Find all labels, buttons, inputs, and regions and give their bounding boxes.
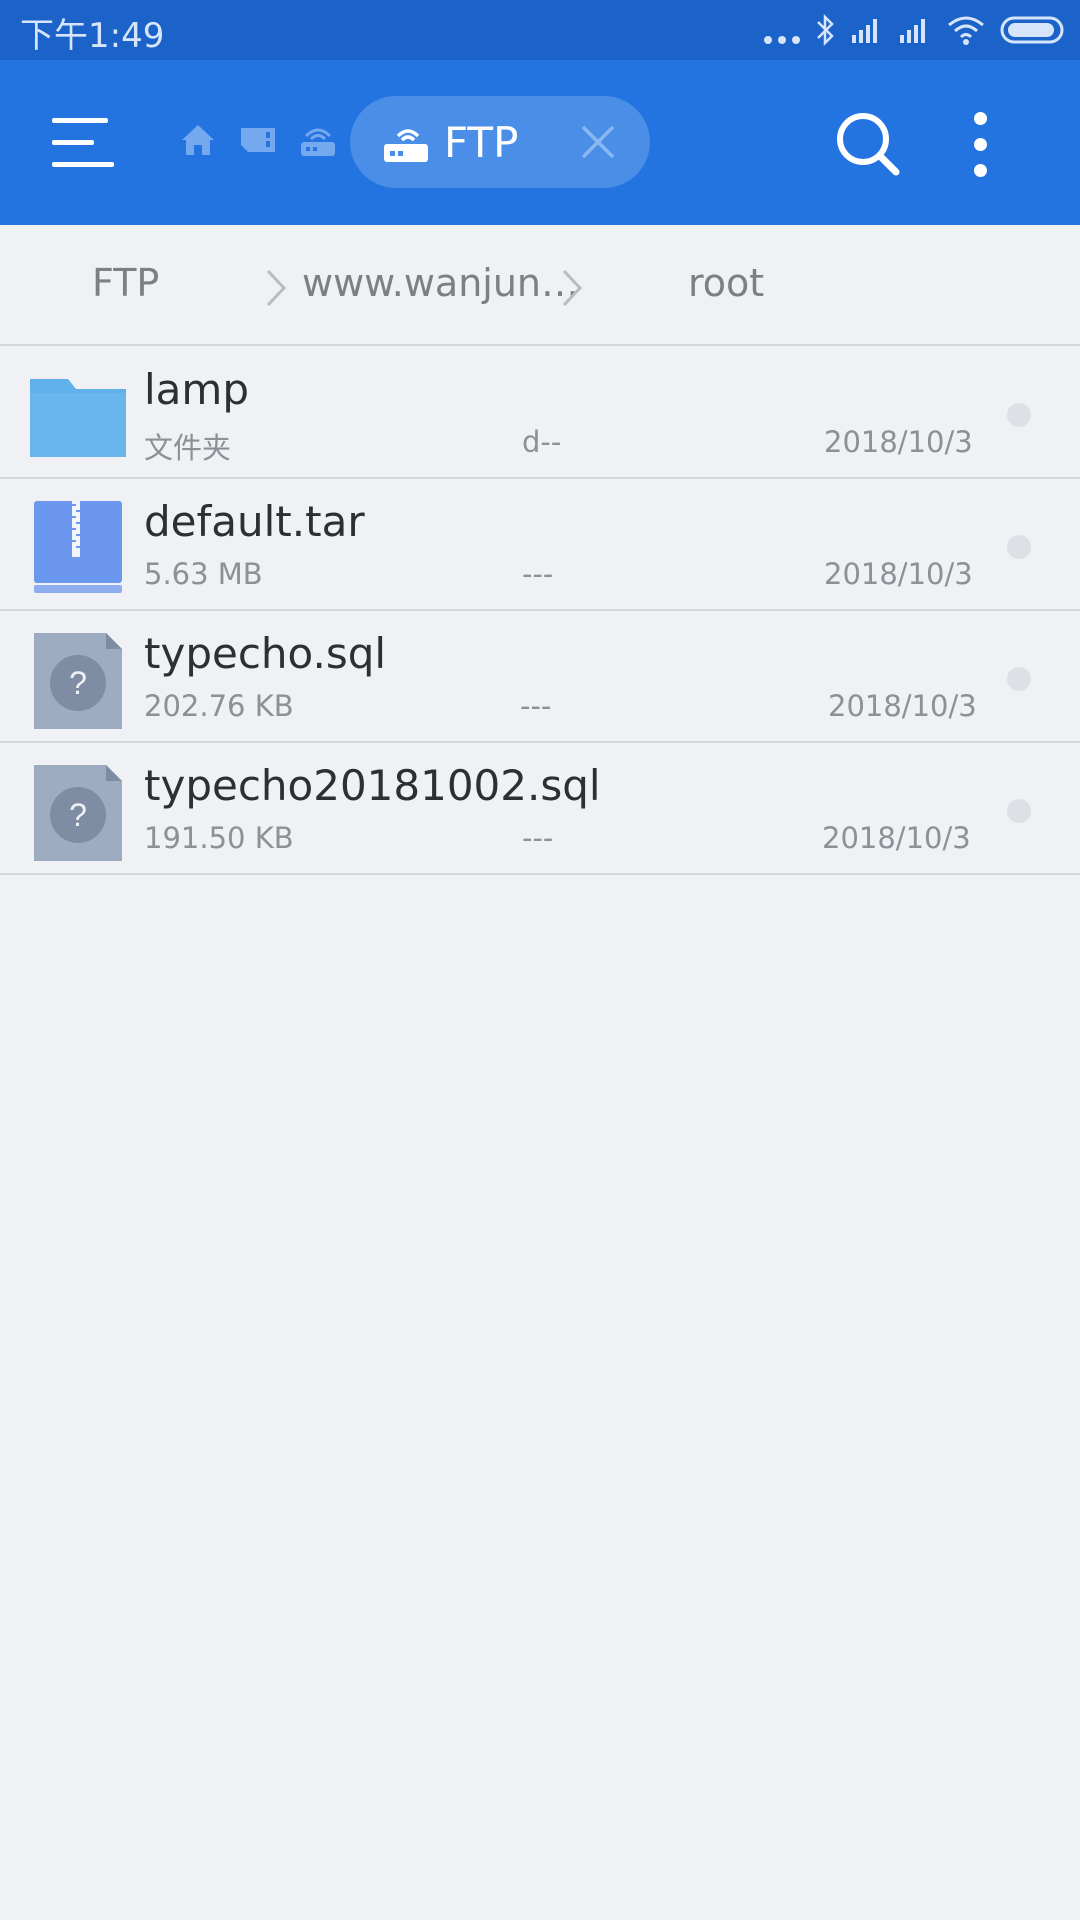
- select-checkbox[interactable]: [1007, 535, 1031, 559]
- file-size: 191.50 KB: [144, 821, 294, 855]
- folder-icon: [30, 379, 126, 457]
- battery-icon: [1000, 16, 1064, 44]
- signal-icon: [852, 19, 877, 43]
- storage-icon[interactable]: [238, 120, 278, 160]
- status-time: 下午1:49: [20, 16, 165, 56]
- breadcrumb-item-host[interactable]: www.wanjun…: [302, 261, 579, 305]
- svg-text:?: ?: [69, 797, 87, 833]
- file-name: typecho20181002.sql: [144, 761, 601, 810]
- status-icons: [764, 12, 1066, 48]
- file-date: 2018/10/3: [824, 557, 973, 591]
- unknown-file-icon: ?: [34, 633, 122, 729]
- network-icon[interactable]: [298, 120, 338, 160]
- file-permissions: ---: [522, 821, 554, 855]
- file-size: 202.76 KB: [144, 689, 294, 723]
- app-toolbar: FTP: [0, 60, 1080, 225]
- search-icon[interactable]: [834, 110, 902, 178]
- menu-icon[interactable]: [52, 116, 114, 168]
- status-bar: 下午1:49: [0, 0, 1080, 60]
- select-checkbox[interactable]: [1007, 403, 1031, 427]
- list-item[interactable]: default.tar 5.63 MB --- 2018/10/3: [0, 479, 1080, 611]
- bluetooth-icon: [817, 13, 834, 47]
- close-icon[interactable]: [578, 122, 618, 162]
- signal-icon: [900, 19, 925, 43]
- file-list: lamp 文件夹 d-- 2018/10/3 default.tar 5.63 …: [0, 347, 1080, 875]
- file-name: default.tar: [144, 497, 365, 546]
- file-date: 2018/10/3: [828, 689, 977, 723]
- ftp-icon: [384, 129, 428, 162]
- file-date: 2018/10/3: [822, 821, 971, 855]
- tab-ftp[interactable]: FTP: [350, 96, 650, 188]
- breadcrumb: FTP www.wanjun… root: [0, 225, 1080, 346]
- file-size: 5.63 MB: [144, 557, 263, 591]
- breadcrumb-item-ftp[interactable]: FTP: [92, 261, 159, 305]
- file-type: 文件夹: [144, 431, 232, 465]
- more-vert-icon[interactable]: [960, 108, 1000, 180]
- file-name: lamp: [144, 365, 249, 414]
- archive-icon: [34, 501, 122, 593]
- file-date: 2018/10/3: [824, 425, 973, 459]
- tab-ftp-label: FTP: [444, 118, 519, 167]
- unknown-file-icon: ?: [34, 765, 122, 861]
- more-dots-icon: [764, 12, 800, 48]
- home-icon[interactable]: [178, 120, 218, 160]
- chevron-right-icon: [266, 269, 287, 307]
- select-checkbox[interactable]: [1007, 667, 1031, 691]
- file-permissions: ---: [520, 689, 552, 723]
- wifi-icon: [948, 16, 984, 45]
- chevron-right-icon: [562, 269, 583, 307]
- select-checkbox[interactable]: [1007, 799, 1031, 823]
- file-permissions: d--: [522, 425, 562, 459]
- breadcrumb-item-root[interactable]: root: [688, 261, 764, 305]
- list-item[interactable]: ? typecho.sql 202.76 KB --- 2018/10/3: [0, 611, 1080, 743]
- list-item[interactable]: ? typecho20181002.sql 191.50 KB --- 2018…: [0, 743, 1080, 875]
- svg-text:?: ?: [69, 665, 87, 701]
- file-permissions: ---: [522, 557, 554, 591]
- file-name: typecho.sql: [144, 629, 387, 678]
- list-item[interactable]: lamp 文件夹 d-- 2018/10/3: [0, 347, 1080, 479]
